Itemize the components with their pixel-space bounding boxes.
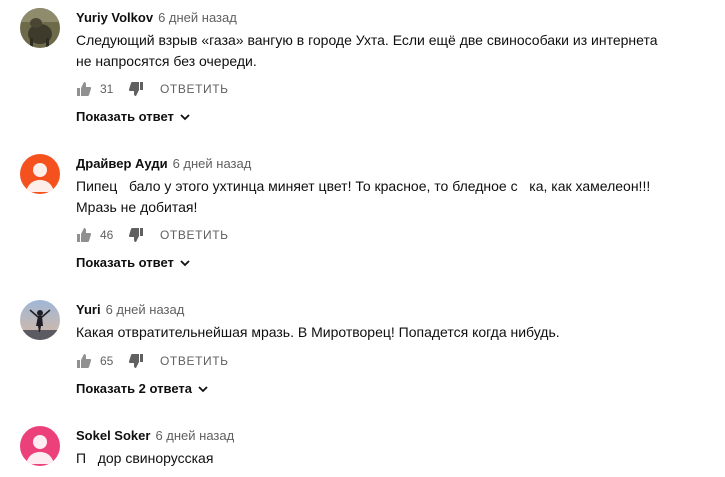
like-count: 65 — [100, 354, 114, 368]
photo-avatar-icon[interactable] — [20, 300, 60, 340]
comment-header: Драйвер Ауди 6 дней назад — [76, 156, 251, 172]
author-name[interactable]: Sokel Soker — [76, 428, 150, 443]
author-name[interactable]: Драйвер Ауди — [76, 156, 168, 171]
like-count: 31 — [100, 82, 114, 96]
comment-line: Следующий взрыв «газа» вангую в городе У… — [76, 32, 658, 48]
default-user-avatar-icon[interactable] — [20, 154, 60, 194]
comment-line: не напросятся без очереди. — [76, 53, 257, 69]
comment-header: Yuri 6 дней назад — [76, 302, 184, 318]
photo-avatar-icon[interactable] — [20, 8, 60, 48]
comment-actions: 65 ОТВЕТИТЬ — [76, 351, 229, 371]
default-user-avatar-icon[interactable] — [20, 426, 60, 466]
reply-button[interactable]: ОТВЕТИТЬ — [160, 82, 229, 96]
comment-header: Yuriy Volkov 6 дней назад — [76, 10, 237, 26]
chevron-down-icon — [179, 257, 191, 269]
chevron-down-icon — [197, 383, 209, 395]
show-replies-label: Показать 2 ответа — [76, 381, 192, 396]
comment-line: П дор свинорусская — [76, 450, 214, 466]
like-count: 46 — [100, 228, 114, 242]
chevron-down-icon — [179, 111, 191, 123]
reply-button[interactable]: ОТВЕТИТЬ — [160, 354, 229, 368]
comment-line: Мразь не добитая! — [76, 199, 198, 215]
timestamp[interactable]: 6 дней назад — [158, 10, 237, 25]
show-replies-button[interactable]: Показать 2 ответа — [76, 381, 209, 396]
timestamp[interactable]: 6 дней назад — [173, 156, 252, 171]
thumbs-up-icon[interactable] — [76, 227, 92, 243]
comment-text: П дор свинорусская — [76, 448, 696, 469]
comment-text: Следующий взрыв «газа» вангую в городе У… — [76, 30, 696, 72]
author-name[interactable]: Yuri — [76, 302, 101, 317]
reply-button[interactable]: ОТВЕТИТЬ — [160, 228, 229, 242]
show-replies-button[interactable]: Показать ответ — [76, 109, 191, 124]
timestamp[interactable]: 6 дней назад — [106, 302, 185, 317]
comment-text: Пипец бало у этого ухтинца миняет цвет! … — [76, 176, 696, 218]
show-replies-button[interactable]: Показать ответ — [76, 255, 191, 270]
comment-actions: 31 ОТВЕТИТЬ — [76, 79, 229, 99]
show-replies-label: Показать ответ — [76, 255, 174, 270]
thumbs-down-icon[interactable] — [128, 227, 144, 243]
thumbs-up-icon[interactable] — [76, 81, 92, 97]
comment-actions: 46 ОТВЕТИТЬ — [76, 225, 229, 245]
comment-text: Какая отвратительнейшая мразь. В Миротво… — [76, 322, 696, 343]
comment-line: Пипец бало у этого ухтинца миняет цвет! … — [76, 178, 651, 194]
comment-header: Sokel Soker 6 дней назад — [76, 428, 234, 444]
show-replies-label: Показать ответ — [76, 109, 174, 124]
thumbs-down-icon[interactable] — [128, 81, 144, 97]
thumbs-up-icon[interactable] — [76, 353, 92, 369]
author-name[interactable]: Yuriy Volkov — [76, 10, 153, 25]
timestamp[interactable]: 6 дней назад — [155, 428, 234, 443]
comment-line: Какая отвратительнейшая мразь. В Миротво… — [76, 324, 560, 340]
thumbs-down-icon[interactable] — [128, 353, 144, 369]
